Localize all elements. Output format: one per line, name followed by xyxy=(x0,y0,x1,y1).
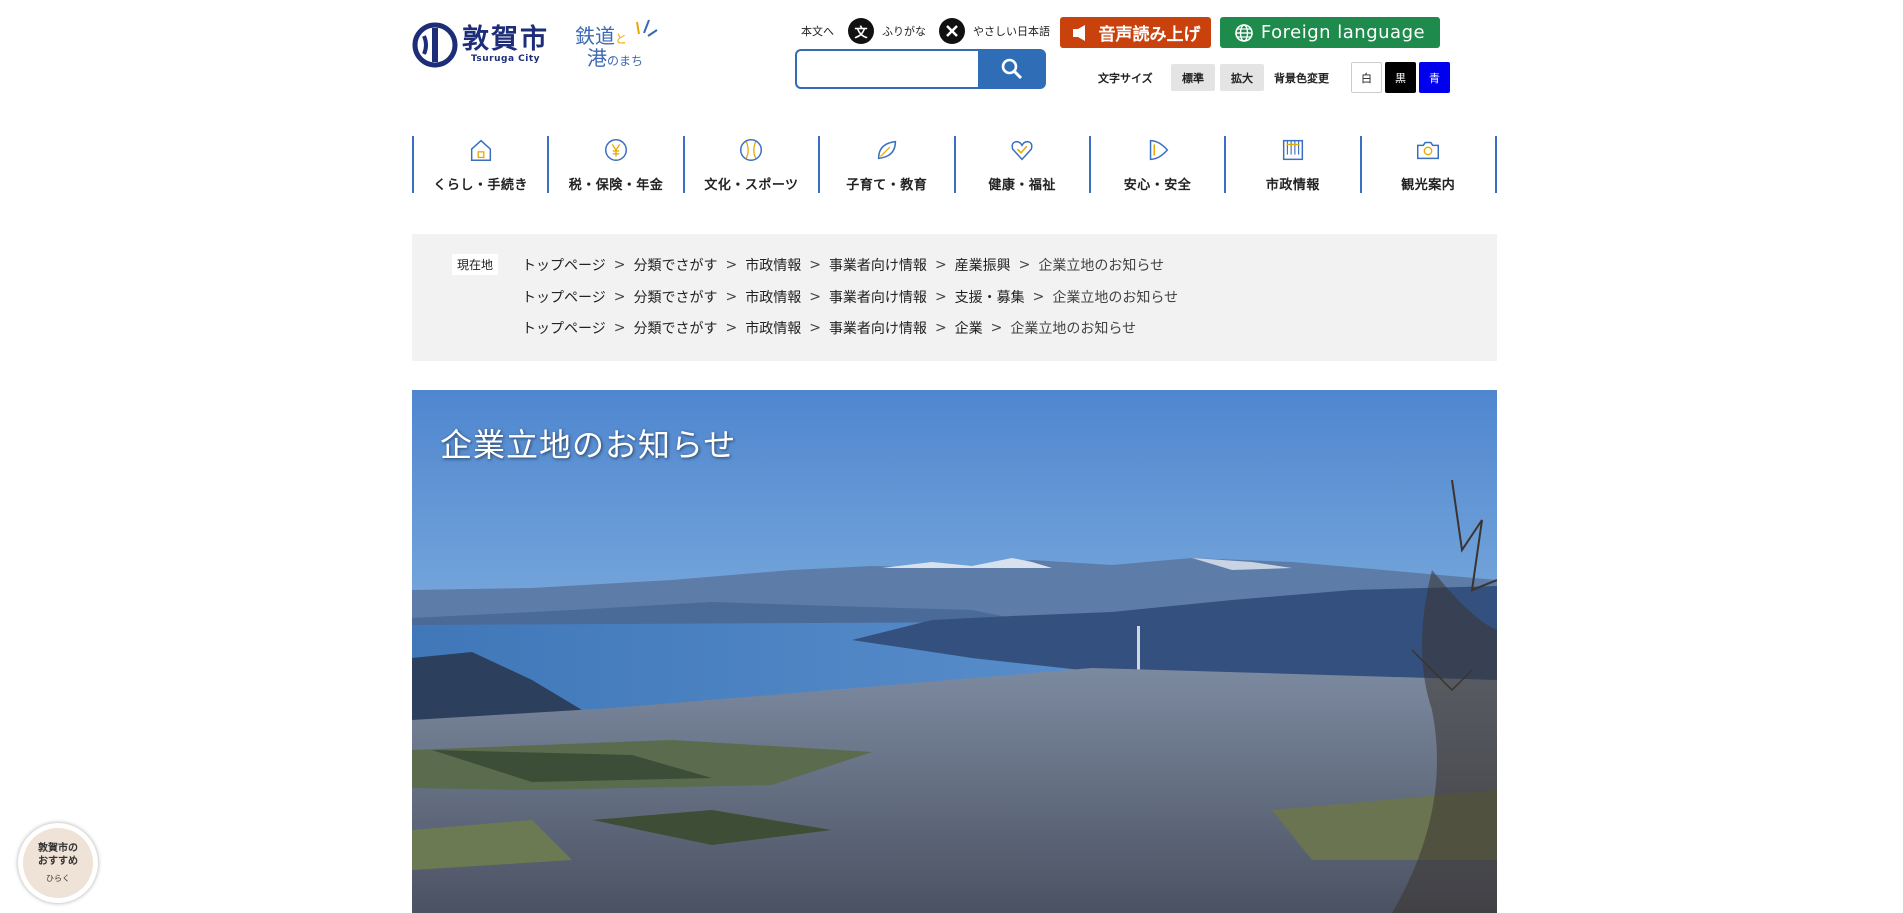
breadcrumb-link[interactable]: 事業者向け情報 xyxy=(829,318,927,338)
breadcrumb-link[interactable]: 事業者向け情報 xyxy=(829,255,927,275)
text-size-label: 文字サイズ xyxy=(1098,72,1153,85)
breadcrumb-link[interactable]: 企業 xyxy=(955,318,983,338)
search-field[interactable] xyxy=(795,49,978,89)
breadcrumb-link[interactable]: 分類でさがす xyxy=(633,318,717,338)
breadcrumb-link[interactable]: 分類でさがす xyxy=(633,287,717,307)
nav-item-living[interactable]: くらし・手続き xyxy=(414,136,550,193)
search-input[interactable] xyxy=(797,51,978,87)
voice-reading-button[interactable]: 音声読み上げ xyxy=(1060,17,1211,48)
recommend-open-label: ひらく xyxy=(46,874,70,883)
skip-link-label: 本文へ xyxy=(801,25,834,38)
breadcrumb-link[interactable]: トップページ xyxy=(522,287,606,307)
speaker-icon xyxy=(1072,24,1085,41)
breadcrumb-row: トップページ > 分類でさがす > 市政情報 > 事業者向け情報 > 産業振興 > 企業立… xyxy=(522,255,1165,275)
nav-label: 子育て・教育 xyxy=(846,178,928,193)
recommend-line2: おすすめ xyxy=(38,856,78,867)
breadcrumb-link[interactable]: トップページ xyxy=(522,318,606,338)
breadcrumb-link[interactable]: 支援・募集 xyxy=(955,287,1025,307)
breadcrumb-link[interactable]: 市政情報 xyxy=(745,255,801,275)
logo-en: Tsuruga City xyxy=(470,54,541,64)
house-icon xyxy=(470,139,491,162)
bg-blue-button[interactable]: 青 xyxy=(1419,62,1450,93)
search-button[interactable] xyxy=(978,49,1046,89)
nav-label: くらし・手続き xyxy=(433,178,528,193)
building-icon xyxy=(1282,139,1304,161)
breadcrumb-current: 企業立地のお知らせ xyxy=(1010,321,1137,337)
heart-check-icon xyxy=(1011,140,1033,161)
easy-japanese-label: やさしい日本語 xyxy=(973,25,1050,38)
furigana-icon-char: 文 xyxy=(854,25,868,41)
bg-white-button[interactable]: 白 xyxy=(1351,62,1382,93)
voice-reading-label: 音声読み上げ xyxy=(1098,25,1201,45)
recommend-badge-button[interactable]: 敦賀市の おすすめ ひらく xyxy=(18,823,98,903)
breadcrumb-current: 企業立地のお知らせ xyxy=(1038,258,1165,274)
bg-black-button[interactable]: 黒 xyxy=(1385,62,1416,93)
nav-item-tax[interactable]: 税・保険・年金 xyxy=(549,136,685,193)
slogan-line2-suffix: のまち xyxy=(607,54,644,68)
furigana-icon: 文 xyxy=(848,18,874,44)
breadcrumb-link[interactable]: 市政情報 xyxy=(745,318,801,338)
camera-icon xyxy=(1417,141,1440,160)
breadcrumb-link[interactable]: 事業者向け情報 xyxy=(829,287,927,307)
text-size-large-label: 拡大 xyxy=(1231,71,1253,85)
furigana-link[interactable]: 文 ふりがな xyxy=(848,18,926,44)
recommend-line1: 敦賀市の xyxy=(38,843,78,854)
skip-to-content-link[interactable]: 本文へ xyxy=(801,18,834,44)
globe-icon xyxy=(1235,23,1253,42)
page-title: 企業立地のお知らせ xyxy=(440,426,737,464)
breadcrumb-row: トップページ > 分類でさがす > 市政情報 > 事業者向け情報 > 企業 > 企業立地の… xyxy=(522,318,1137,338)
logo-name: 敦賀市 xyxy=(462,24,549,55)
baseball-icon xyxy=(740,138,763,162)
sparkle-icon xyxy=(636,19,658,37)
hero-banner: 企業立地のお知らせ xyxy=(412,390,1497,913)
easy-japanese-icon xyxy=(939,18,965,44)
shield-play-icon xyxy=(1149,139,1168,161)
nav-item-city-info[interactable]: 市政情報 xyxy=(1226,136,1362,193)
bg-blue-label: 青 xyxy=(1429,71,1440,85)
nav-label: 観光案内 xyxy=(1401,178,1456,193)
breadcrumb-label: 現在地 xyxy=(452,254,499,275)
recommend-badge-inner: 敦賀市の おすすめ ひらく xyxy=(23,828,93,898)
breadcrumb-current: 企業立地のお知らせ xyxy=(1052,290,1179,306)
search-icon xyxy=(1001,58,1023,80)
easy-japanese-link[interactable]: やさしい日本語 xyxy=(939,18,1050,44)
slogan-line2: 港 xyxy=(587,46,607,70)
nav-item-childcare[interactable]: 子育て・教育 xyxy=(820,136,956,193)
yen-coin-icon xyxy=(605,138,628,162)
global-nav: くらし・手続き 税・保険・年金 文化・スポーツ 子育て・教育 健康・福祉 安心・… xyxy=(412,136,1497,193)
text-size-standard-button[interactable]: 標準 xyxy=(1171,64,1215,91)
breadcrumb: 現在地 トップページ > 分類でさがす > 市政情報 > 事業者向け情報 > 産業振興 >… xyxy=(412,234,1497,361)
nav-label: 文化・スポーツ xyxy=(704,178,799,193)
nav-item-safety[interactable]: 安心・安全 xyxy=(1091,136,1227,193)
nav-label: 市政情報 xyxy=(1265,178,1320,193)
breadcrumb-link[interactable]: トップページ xyxy=(522,255,606,275)
leaf-icon xyxy=(877,140,896,160)
foreign-language-label: Foreign language xyxy=(1260,22,1426,43)
breadcrumb-link[interactable]: 分類でさがす xyxy=(633,255,717,275)
hero-landscape-image xyxy=(412,390,1497,913)
text-size-standard-label: 標準 xyxy=(1182,71,1204,85)
foreign-language-button[interactable]: Foreign language xyxy=(1220,17,1440,48)
nav-item-culture[interactable]: 文化・スポーツ xyxy=(685,136,821,193)
nav-label: 税・保険・年金 xyxy=(568,178,664,193)
bg-white-label: 白 xyxy=(1361,71,1372,85)
slogan: 鉄道と 港のまち xyxy=(573,18,665,70)
breadcrumb-row: トップページ > 分類でさがす > 市政情報 > 事業者向け情報 > 支援・募集 > 企業… xyxy=(522,287,1179,307)
text-size-large-button[interactable]: 拡大 xyxy=(1220,64,1264,91)
breadcrumb-link[interactable]: 産業振興 xyxy=(955,255,1011,275)
breadcrumb-link[interactable]: 市政情報 xyxy=(745,287,801,307)
nav-item-health[interactable]: 健康・福祉 xyxy=(956,136,1091,193)
nav-item-tourism[interactable]: 観光案内 xyxy=(1362,136,1497,193)
city-emblem-icon xyxy=(412,22,458,68)
nav-label: 安心・安全 xyxy=(1123,178,1192,193)
furigana-label: ふりがな xyxy=(882,25,926,38)
site-logo[interactable]: 敦賀市 Tsuruga City xyxy=(412,20,572,70)
bg-black-label: 黒 xyxy=(1395,71,1406,85)
bg-color-label: 背景色変更 xyxy=(1274,72,1329,85)
nav-label: 健康・福祉 xyxy=(988,178,1056,193)
